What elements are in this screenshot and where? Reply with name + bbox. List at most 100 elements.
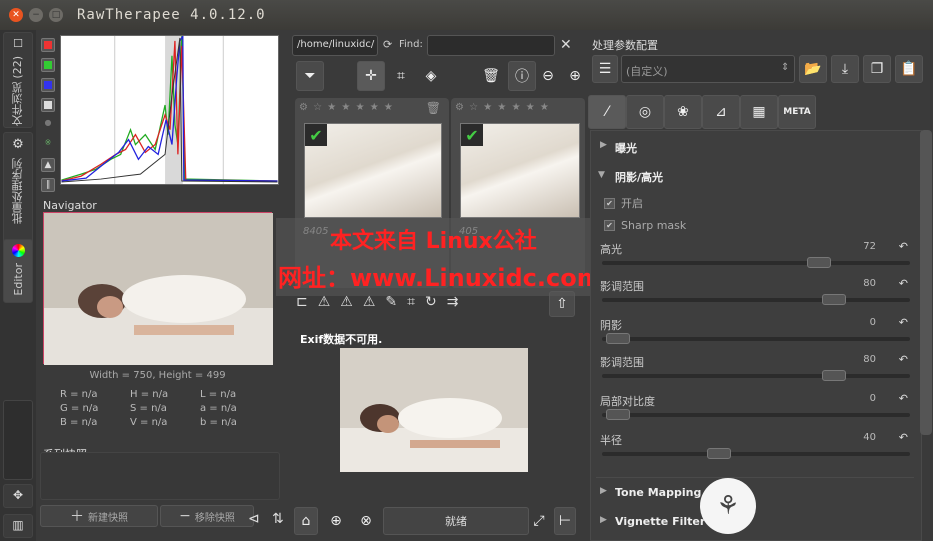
red-channel-button[interactable] <box>41 38 55 52</box>
warning-icon[interactable]: ⚠ <box>363 294 376 310</box>
triangle-icon[interactable]: ▲ <box>41 158 55 172</box>
filter-icon[interactable]: ⏷ <box>296 61 324 91</box>
slider-knob[interactable] <box>606 409 630 420</box>
slider-knob[interactable] <box>807 257 831 268</box>
transform-tab-icon[interactable]: ⊿ <box>702 95 740 129</box>
reset-icon[interactable]: ↶ <box>899 240 908 253</box>
tab-editor[interactable]: Editor <box>3 239 33 303</box>
bar-mode-icon[interactable]: ∥ <box>41 178 55 192</box>
luminance-channel-button[interactable] <box>41 98 55 112</box>
linux-logo-icon: ⚘ <box>700 478 756 534</box>
slider-knob[interactable] <box>606 333 630 344</box>
vignette-section[interactable]: Vignette Filter <box>615 515 705 528</box>
check-icon: ✔ <box>305 124 327 146</box>
blue-channel-button[interactable] <box>41 78 55 92</box>
slider-knob[interactable] <box>822 294 846 305</box>
reset-icon[interactable]: ↶ <box>899 353 908 366</box>
green-channel-button[interactable] <box>41 58 55 72</box>
move-icon[interactable]: ✥ <box>3 484 33 508</box>
detail-tab-icon[interactable]: ◎ <box>626 95 664 129</box>
color-tab-icon[interactable]: ❀ <box>664 95 702 129</box>
metadata-tab[interactable]: META <box>778 95 816 129</box>
sharp-mask-checkbox[interactable]: ✔ <box>604 220 615 231</box>
find-input[interactable] <box>427 35 555 56</box>
slider-knob[interactable] <box>822 370 846 381</box>
compare-icon[interactable]: ⊏ <box>296 294 308 310</box>
minimize-window-button[interactable]: − <box>29 8 43 22</box>
open-folder-icon[interactable]: 📂 <box>799 55 827 83</box>
history-icon[interactable]: ⌂ <box>294 507 318 535</box>
enable-checkbox[interactable]: ✔ <box>604 197 615 209</box>
slider-knob[interactable] <box>707 448 731 459</box>
clear-find-icon[interactable]: ✕ <box>560 37 572 53</box>
histogram-channel-buttons: ● ※ ▲ ∥ <box>41 38 57 198</box>
save-profile-icon[interactable]: ⤓ <box>831 55 859 83</box>
preview-photo <box>340 348 528 472</box>
thumbnail-image: ✔ <box>304 123 442 218</box>
pixel-value: R = n/a <box>60 389 98 400</box>
rotate-icon[interactable]: ↻ <box>425 294 437 310</box>
crop-icon[interactable]: ⌗ <box>407 294 415 310</box>
trash-icon[interactable]: 🗑 <box>426 101 441 115</box>
zoom-out-icon[interactable]: ⊖ <box>538 61 558 91</box>
tab-file-browser[interactable]: ☐ 文件浏览 (22) <box>3 32 33 128</box>
remove-snapshot-button[interactable]: − 移除快照 <box>160 505 254 527</box>
profile-select[interactable]: (自定义) <box>621 55 795 83</box>
trash-icon[interactable]: 🗑 <box>479 61 503 91</box>
collapse-arrow-icon[interactable]: ▼ <box>598 170 605 180</box>
warning-icon[interactable]: ⚠ <box>340 294 353 310</box>
close-window-button[interactable]: ✕ <box>9 8 23 22</box>
dot-icon: ● <box>44 118 52 127</box>
sharp-mask-checkbox-row[interactable]: ✔ Sharp mask <box>604 219 686 232</box>
reset-icon[interactable]: ↶ <box>899 392 908 405</box>
rating-stars[interactable]: ⚙ ☆ ★ ★ ★ ★ ★ <box>455 102 550 113</box>
tool-panel-scrollbar[interactable] <box>920 130 932 435</box>
transform-icon[interactable]: ⇉ <box>447 294 459 310</box>
zoom-fit-icon[interactable]: ⊕ <box>323 507 349 535</box>
vertical-arrows-icon[interactable]: ⇅ <box>272 511 284 527</box>
picker-icon[interactable]: ✎ <box>385 294 397 310</box>
paste-profile-icon[interactable]: 📋 <box>895 55 923 83</box>
zoom-100-icon[interactable]: ⊗ <box>353 507 379 535</box>
pixel-value: B = n/a <box>60 417 98 428</box>
list-icon[interactable]: ☰ <box>592 55 618 83</box>
color-label-icon[interactable]: ◈ <box>419 61 443 91</box>
path-field[interactable]: /home/linuxidc/ <box>292 35 378 56</box>
rating-stars[interactable]: ⚙ ☆ ★ ★ ★ ★ ★ <box>299 102 394 113</box>
reset-icon[interactable]: ↶ <box>899 316 908 329</box>
warning-icon[interactable]: ⚠ <box>318 294 331 310</box>
enable-checkbox-row[interactable]: ✔ 开启 <box>604 195 643 211</box>
raw-histogram-icon[interactable]: ※ <box>41 138 55 152</box>
reset-icon[interactable]: ↶ <box>899 431 908 444</box>
maximize-window-button[interactable]: □ <box>49 8 63 22</box>
expand-arrow-icon[interactable]: ▶ <box>600 486 607 496</box>
navigator-preview[interactable] <box>43 212 273 365</box>
chevron-updown-icon: ⇕ <box>781 62 790 73</box>
pixel-value: S = n/a <box>130 403 167 414</box>
snapshots-list[interactable] <box>40 452 280 500</box>
exposure-section[interactable]: 曝光 <box>615 140 637 156</box>
tone-mapping-section[interactable]: Tone Mapping <box>615 486 701 499</box>
expand-arrow-icon[interactable]: ▶ <box>600 140 607 150</box>
refresh-icon[interactable]: ⟳ <box>383 38 392 51</box>
image-preview[interactable] <box>340 348 528 472</box>
shadows-highlights-section[interactable]: 阴影/高光 <box>615 169 663 185</box>
expand-arrow-icon[interactable]: ▶ <box>600 515 607 525</box>
copy-profile-icon[interactable]: ❐ <box>863 55 891 83</box>
crop-icon[interactable]: ⌗ <box>389 61 413 91</box>
pixel-value: V = n/a <box>130 417 168 428</box>
watermark-line-1: 本文来自 Linux公社 <box>330 229 537 254</box>
zoom-in-icon[interactable]: ⊕ <box>565 61 585 91</box>
exposure-tab-icon[interactable]: ⁄ <box>588 95 626 129</box>
hand-tool-icon[interactable]: ✛ <box>357 61 385 91</box>
info-icon[interactable]: ⓘ <box>508 61 536 91</box>
collapse-left-icon[interactable]: ⊲ <box>248 511 260 527</box>
folder-icon: ☐ <box>13 37 23 50</box>
raw-tab-icon[interactable]: ▦ <box>740 95 778 129</box>
reset-icon[interactable]: ↶ <box>899 277 908 290</box>
divider <box>596 477 914 478</box>
add-snapshot-button[interactable]: ＋ 新建快照 <box>40 505 158 527</box>
fullscreen-icon[interactable]: ⤢ <box>529 507 549 535</box>
filmstrip-icon[interactable]: ▥ <box>3 514 33 538</box>
panel-toggle-icon[interactable]: ⊢ <box>554 507 576 535</box>
